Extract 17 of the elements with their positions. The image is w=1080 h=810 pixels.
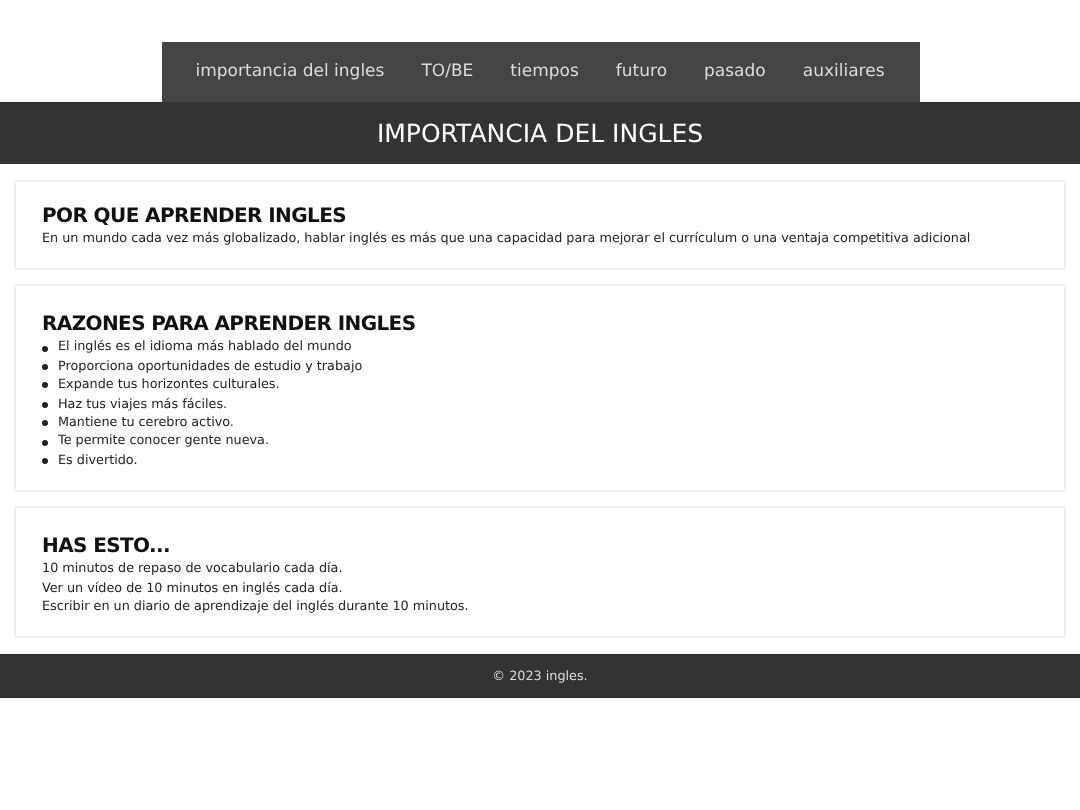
nav-link[interactable]: futuro <box>615 62 668 82</box>
bullet-icon <box>42 458 48 465</box>
nav-link[interactable]: tiempos <box>510 62 579 82</box>
page-title: IMPORTANCIA DEL INGLES <box>0 102 1080 164</box>
nav-link[interactable]: auxiliares <box>802 62 885 82</box>
bullet-icon <box>42 364 48 371</box>
bullet-icon <box>42 382 48 389</box>
bullet-icon <box>42 439 48 446</box>
bullet-icon <box>42 401 48 408</box>
section-title: POR QUE APRENDER INGLES <box>42 206 349 228</box>
nav-link[interactable]: pasado <box>704 62 766 82</box>
bullet-icon <box>42 345 48 352</box>
nav-link[interactable]: TO/BE <box>421 62 474 82</box>
section-title: HAS ESTO... <box>42 536 173 559</box>
bullet-icon <box>42 420 48 427</box>
nav-link[interactable]: importancia del ingles <box>195 62 385 82</box>
section-title: RAZONES PARA APRENDER INGLES <box>42 314 418 337</box>
